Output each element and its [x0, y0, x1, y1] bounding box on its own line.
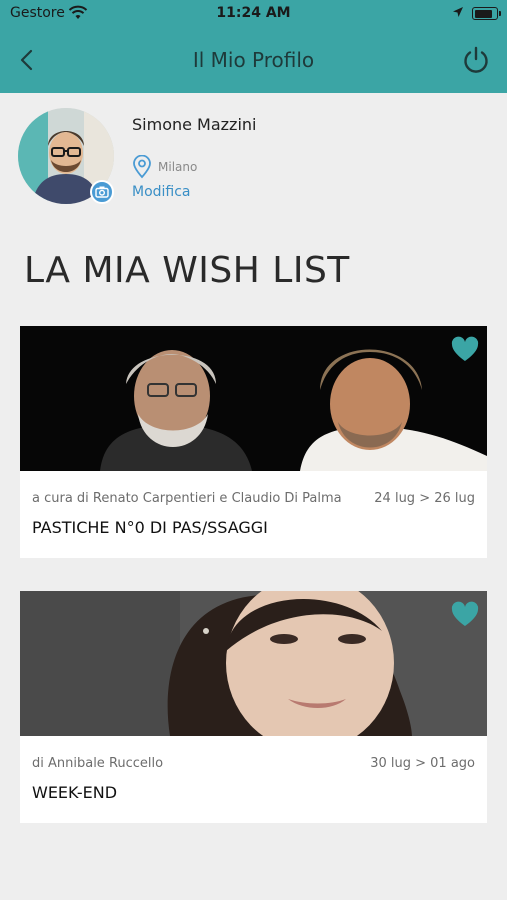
map-pin-icon	[133, 155, 151, 179]
status-bar: Gestore 11:24 AM	[0, 0, 507, 28]
user-name: Simone Mazzini	[132, 115, 257, 134]
battery-fill	[474, 9, 492, 18]
event-credit: a cura di Renato Carpentieri e Claudio D…	[32, 491, 342, 506]
event-dates: 24 lug > 26 lug	[374, 491, 475, 506]
page-title: Il Mio Profilo	[192, 48, 315, 72]
user-city: Milano	[158, 160, 198, 174]
event-title: WEEK-END	[32, 783, 118, 802]
power-icon[interactable]	[460, 44, 492, 76]
clock: 11:24 AM	[216, 5, 291, 21]
wishlist-card[interactable]: a cura di Renato Carpentieri e Claudio D…	[20, 326, 487, 558]
heart-icon[interactable]	[451, 336, 479, 362]
heart-icon[interactable]	[451, 601, 479, 627]
nav-bar: Il Mio Profilo	[0, 38, 507, 82]
event-image	[20, 591, 487, 736]
wishlist-card[interactable]: di Annibale Ruccello 30 lug > 01 ago WEE…	[20, 591, 487, 823]
event-credit: di Annibale Ruccello	[32, 756, 164, 771]
profile-section: Simone Mazzini Milano Modifica	[0, 93, 507, 213]
location-arrow-icon	[453, 7, 463, 17]
camera-icon[interactable]	[90, 180, 114, 204]
event-dates: 30 lug > 01 ago	[370, 756, 475, 771]
avatar-container[interactable]	[18, 108, 114, 204]
header-bar: Gestore 11:24 AM Il Mio Profilo	[0, 0, 507, 93]
edit-profile-link[interactable]: Modifica	[132, 184, 191, 200]
event-image	[20, 326, 487, 471]
event-title: PASTICHE N°0 DI PAS/SSAGGI	[32, 518, 268, 537]
wishlist-title: LA MIA WISH LIST	[24, 250, 350, 291]
battery-icon	[472, 7, 501, 20]
